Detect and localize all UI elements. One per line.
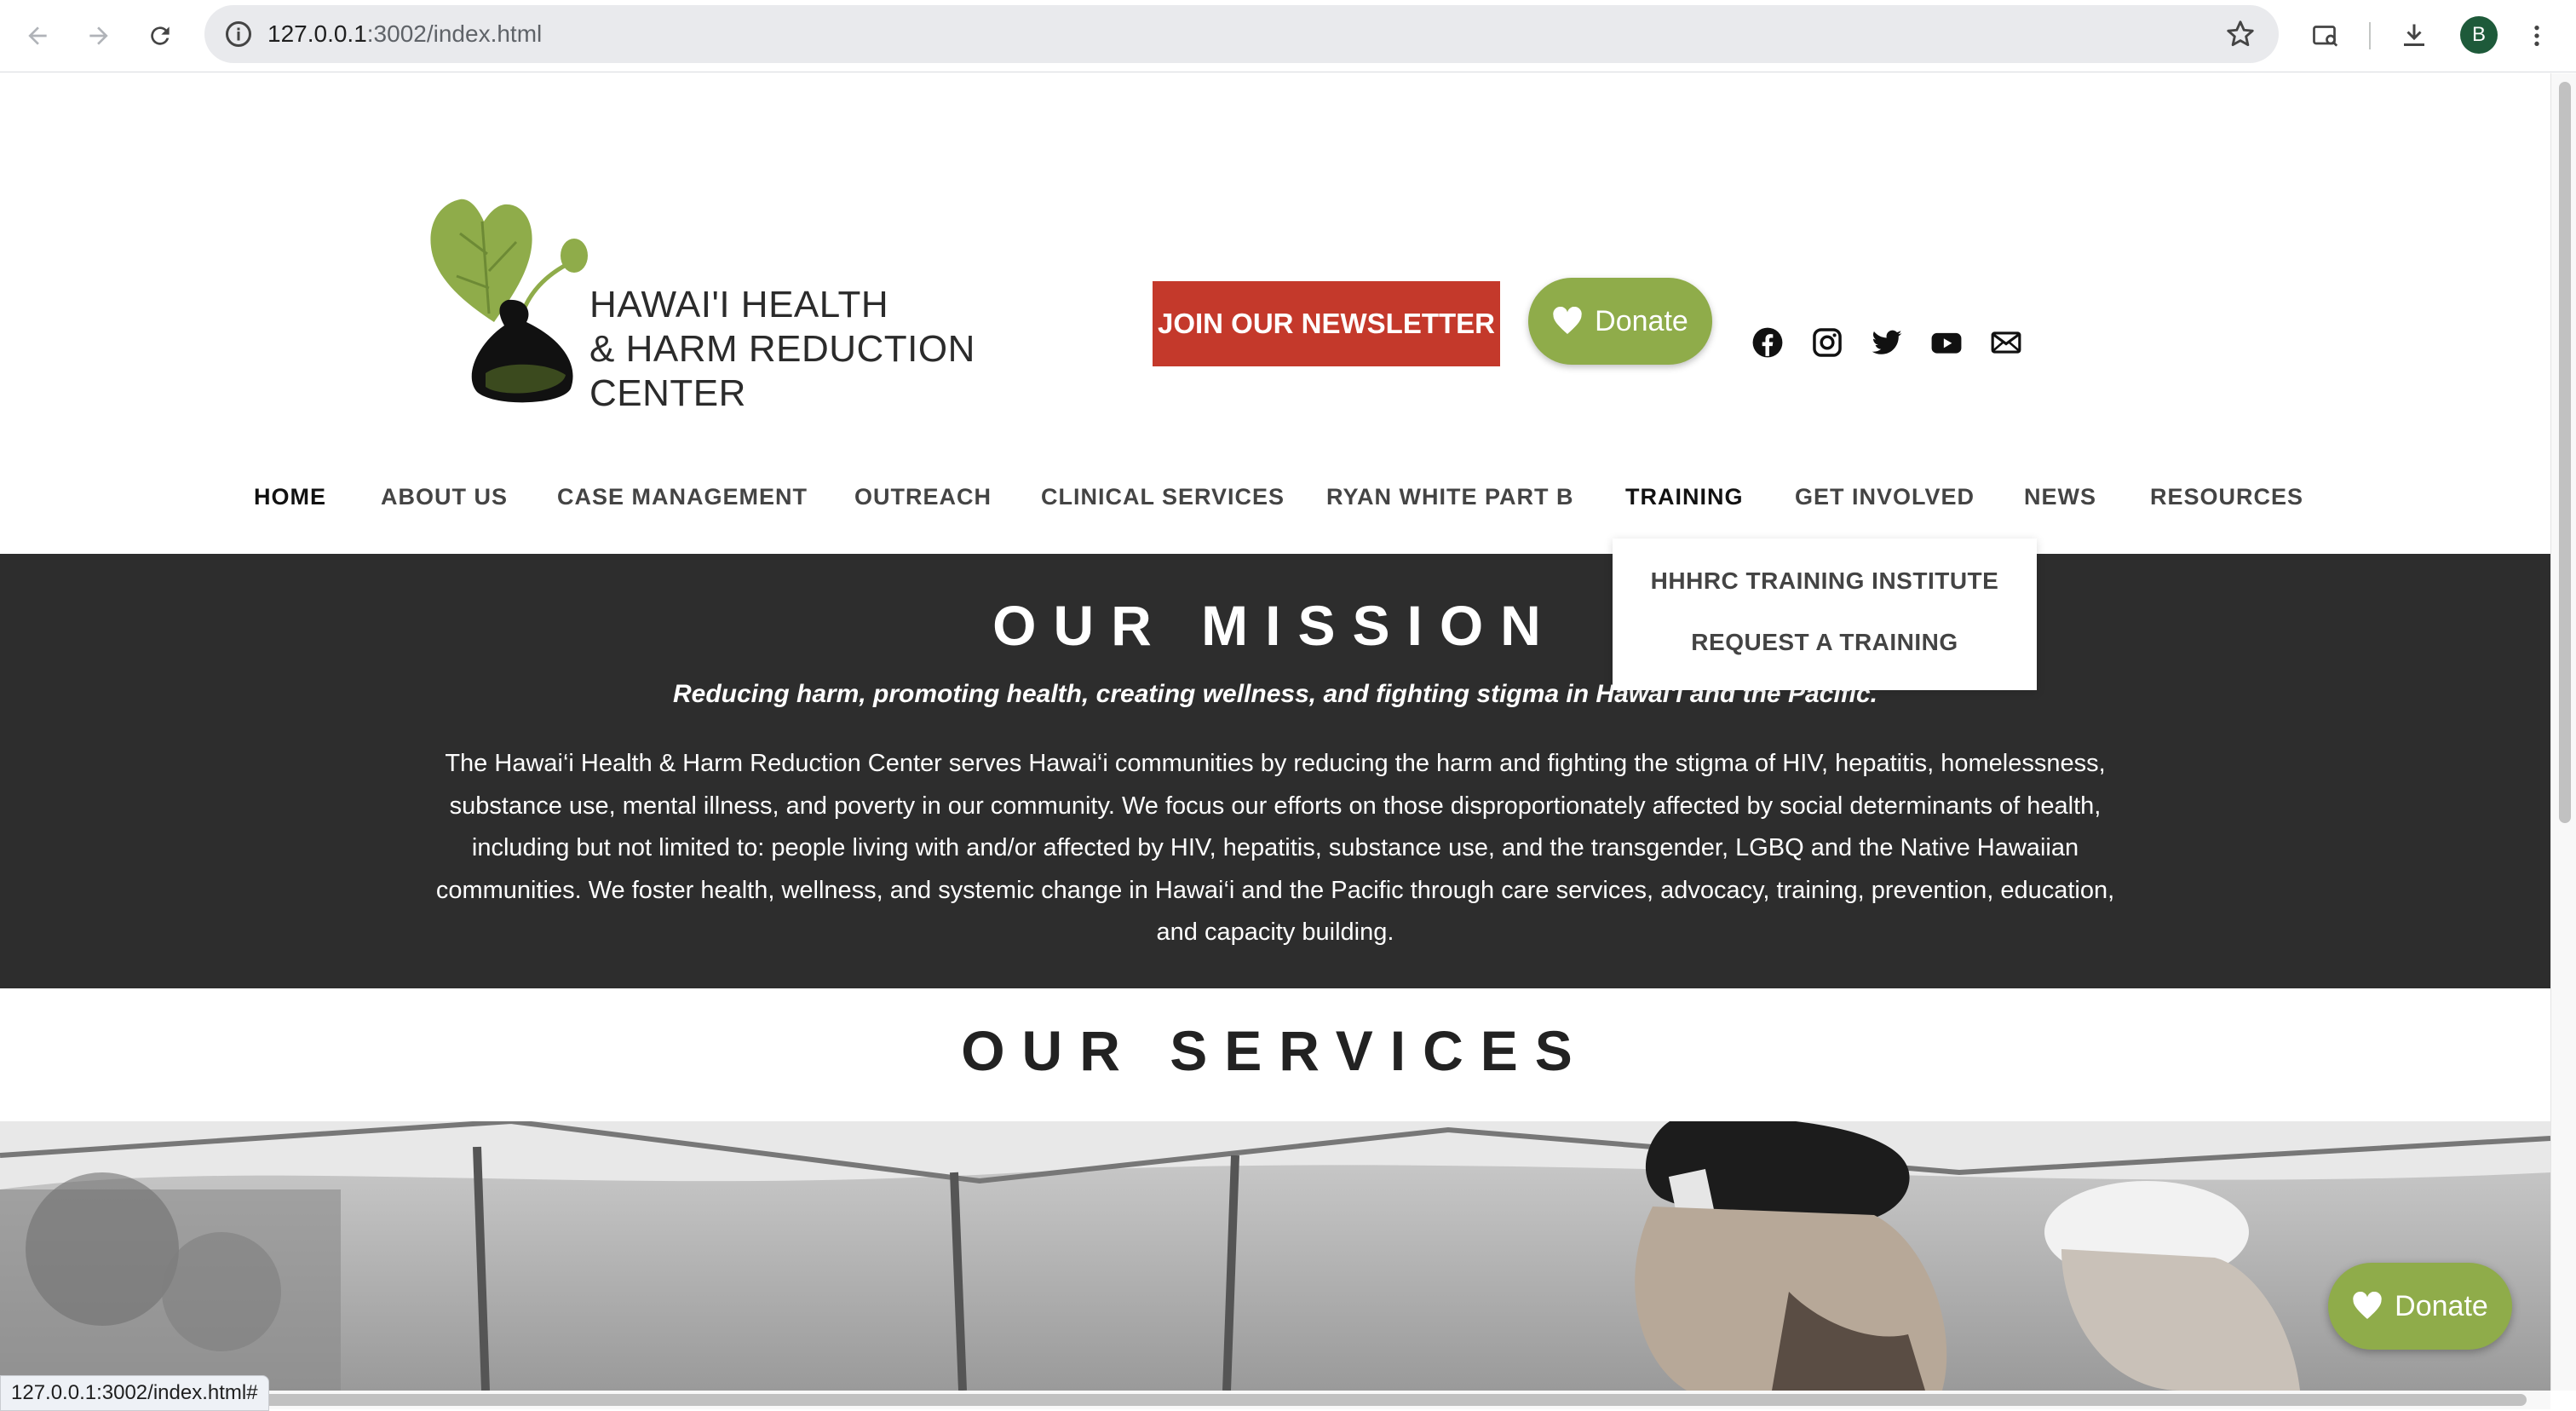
logo-wordmark: HAWAI'I HEALTH & HARM REDUCTION CENTER: [589, 284, 975, 414]
back-icon[interactable]: [17, 15, 58, 56]
services-title: OUR SERVICES: [961, 1019, 1590, 1082]
main-nav: HOME ABOUT US CASE MANAGEMENT OUTREACH C…: [0, 475, 2550, 518]
nav-about-us[interactable]: ABOUT US: [381, 475, 508, 518]
profile-avatar[interactable]: B: [2460, 16, 2498, 54]
facebook-icon[interactable]: [1751, 325, 1785, 360]
training-dropdown: HHHRC TRAINING INSTITUTE REQUEST A TRAIN…: [1613, 538, 2037, 690]
vertical-scrollbar[interactable]: [2550, 73, 2576, 1391]
floating-donate-button[interactable]: Donate: [2328, 1263, 2512, 1350]
youtube-icon[interactable]: [1929, 325, 1964, 360]
reload-icon[interactable]: [140, 15, 181, 56]
nav-training[interactable]: TRAINING: [1625, 475, 1744, 518]
dropdown-item-request-training[interactable]: REQUEST A TRAINING: [1613, 629, 2037, 656]
heart-icon: [2353, 1292, 2382, 1319]
toolbar-divider: [2369, 22, 2371, 49]
browser-menu-icon[interactable]: [2516, 15, 2557, 56]
mission-tagline: Reducing harm, promoting health, creatin…: [672, 680, 1877, 708]
horizontal-scroll-thumb[interactable]: [5, 1394, 2527, 1406]
donate-button[interactable]: Donate: [1528, 278, 1712, 365]
twitter-icon[interactable]: [1870, 325, 1904, 360]
nav-outreach[interactable]: OUTREACH: [854, 475, 992, 518]
services-hero-photo: [0, 1121, 2550, 1391]
nav-get-involved[interactable]: GET INVOLVED: [1795, 475, 1975, 518]
nav-case-management[interactable]: CASE MANAGEMENT: [557, 475, 808, 518]
vertical-scroll-thumb[interactable]: [2559, 82, 2571, 823]
mission-body: The Hawai‘i Health & Harm Reduction Cent…: [435, 750, 2115, 946]
browser-toolbar: 127.0.0.1:3002/index.html B: [0, 0, 2576, 72]
url-text: 127.0.0.1:3002/index.html: [267, 20, 543, 47]
mission-section: OUR MISSION Reducing harm, promoting hea…: [0, 554, 2550, 988]
donate-label: Donate: [1595, 304, 1688, 337]
floating-donate-label: Donate: [2395, 1289, 2488, 1322]
email-icon[interactable]: [1989, 325, 2023, 360]
taro-leaf-logo-icon: [430, 199, 588, 403]
nav-news[interactable]: NEWS: [2024, 475, 2096, 518]
social-links: [1751, 325, 2023, 361]
newsletter-button[interactable]: JOIN OUR NEWSLETTER: [1153, 281, 1500, 366]
tab-search-icon[interactable]: [2305, 15, 2346, 56]
horizontal-scrollbar[interactable]: [0, 1391, 2550, 1409]
address-bar[interactable]: 127.0.0.1:3002/index.html: [204, 5, 2279, 63]
link-status-bar: 127.0.0.1:3002/index.html#: [0, 1375, 269, 1411]
heart-icon: [1553, 307, 1582, 334]
dropdown-item-training-institute[interactable]: HHHRC TRAINING INSTITUTE: [1613, 567, 2037, 595]
nav-resources[interactable]: RESOURCES: [2150, 475, 2303, 518]
forward-icon[interactable]: [78, 15, 119, 56]
site-info-icon[interactable]: [223, 19, 254, 49]
instagram-icon[interactable]: [1810, 325, 1844, 360]
download-icon[interactable]: [2394, 15, 2435, 56]
bookmark-star-icon[interactable]: [2224, 18, 2257, 50]
mission-title: OUR MISSION: [992, 594, 1558, 657]
nav-home[interactable]: HOME: [254, 475, 326, 518]
nav-ryan-white-part-b[interactable]: RYAN WHITE PART B: [1326, 475, 1574, 518]
nav-clinical-services[interactable]: CLINICAL SERVICES: [1041, 475, 1285, 518]
site-logo[interactable]: HAWAI'I HEALTH & HARM REDUCTION CENTER: [426, 194, 1124, 414]
